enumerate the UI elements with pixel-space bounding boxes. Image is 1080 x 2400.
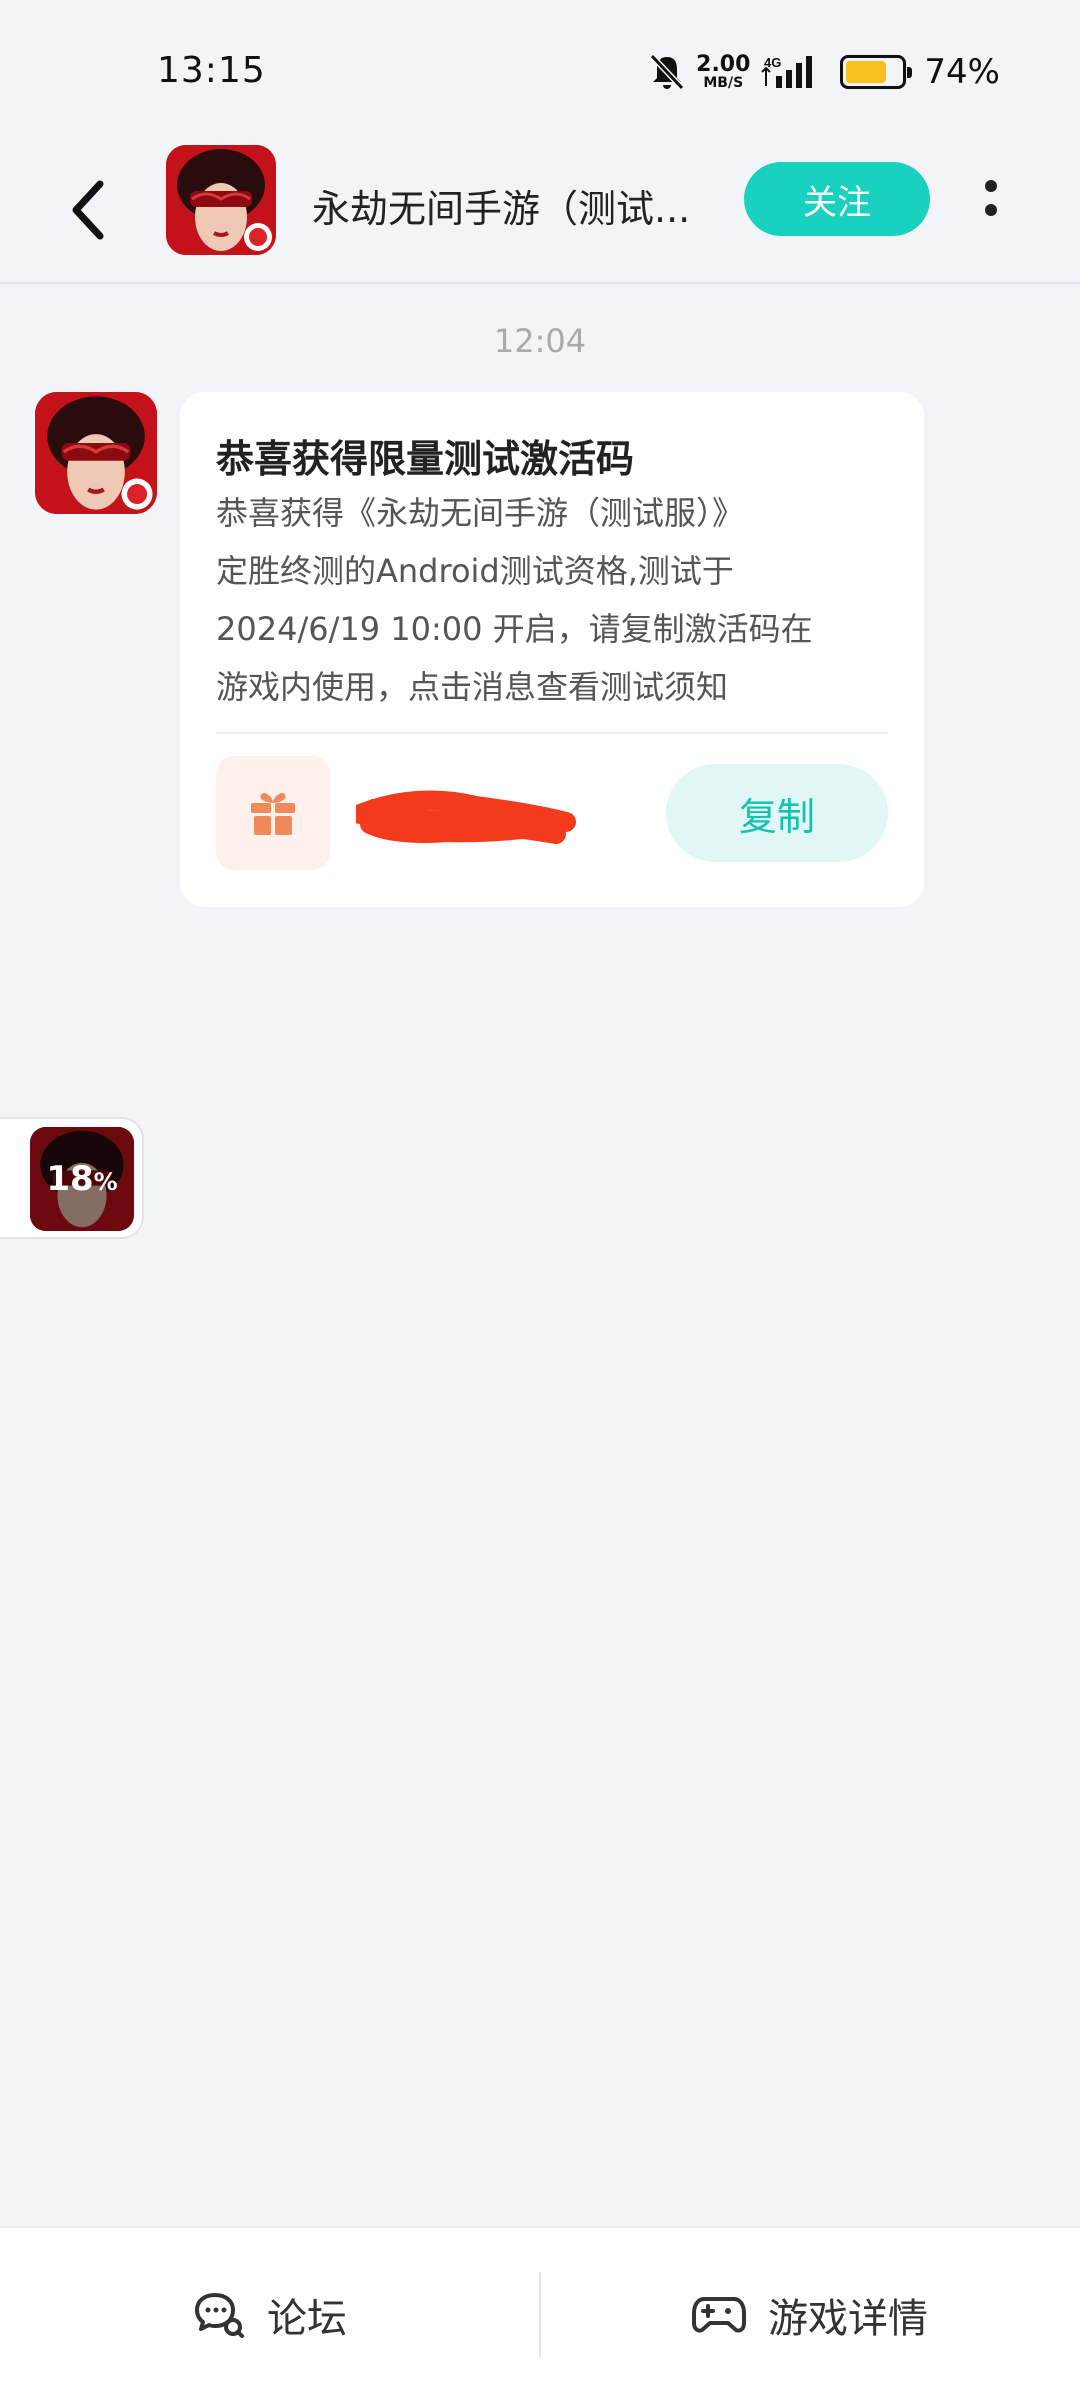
message-body: 恭喜获得《永劫无间手游（测试服）》 定胜终测的Android测试资格,测试于 2…: [216, 494, 813, 706]
follow-button[interactable]: 关注: [744, 162, 930, 236]
status-bar: 13:15 2.00 MB/S 4G 74%: [0, 0, 1080, 140]
net-speed: 2.00 MB/S: [696, 52, 751, 91]
back-button[interactable]: [58, 170, 118, 250]
battery-fill: [846, 61, 887, 83]
message-timestamp: 12:04: [493, 322, 587, 360]
signal-icon: 4G: [761, 55, 813, 88]
forum-tab[interactable]: 论坛: [0, 2228, 540, 2400]
game-avatar[interactable]: [166, 145, 276, 255]
game-logo-image: [35, 392, 157, 514]
copy-button[interactable]: 复制: [666, 764, 888, 862]
battery-percent: 74%: [924, 52, 1000, 92]
progress-percent-sign: %: [93, 1168, 118, 1196]
download-progress-widget[interactable]: 18%: [0, 1117, 144, 1239]
message-card[interactable]: 恭喜获得限量测试激活码 恭喜获得《永劫无间手游（测试服）》 定胜终测的Andro…: [180, 392, 924, 907]
back-arrow-icon: [72, 180, 104, 240]
redaction-scribble: [356, 790, 576, 844]
forum-tab-label: 论坛: [267, 2296, 347, 2342]
progress-percent-value: 18: [46, 1159, 94, 1199]
status-indicators: 2.00 MB/S 4G 74%: [648, 48, 1000, 96]
net-speed-unit: MB/S: [703, 75, 744, 91]
net-speed-value: 2.00: [696, 52, 751, 77]
sender-avatar[interactable]: [35, 392, 157, 514]
forum-chat-icon: [195, 2293, 244, 2338]
more-options-button[interactable]: [976, 168, 1006, 228]
more-vertical-icon-dot-top: [985, 180, 997, 192]
game-detail-tab-label: 游戏详情: [768, 2296, 928, 2342]
chat-header: 永劫无间手游（测试... 关注: [0, 140, 1080, 284]
bottom-bar: 论坛 游戏详情: [0, 2226, 1080, 2400]
progress-percent: 18%: [30, 1127, 134, 1231]
chat-page: 13:15 2.00 MB/S 4G 74% 永劫无间手游（测试... 关注 1…: [0, 0, 1080, 2400]
game-detail-tab[interactable]: 游戏详情: [540, 2228, 1080, 2400]
battery-icon: [840, 55, 913, 89]
gamepad-icon: [692, 2297, 746, 2333]
message-divider: [216, 732, 888, 734]
game-logo-image: [166, 145, 276, 255]
gift-icon: [251, 793, 295, 835]
message-title: 恭喜获得限量测试激活码: [216, 437, 635, 481]
activation-code: d: [356, 784, 576, 854]
status-time: 13:15: [157, 50, 266, 91]
bell-mute-icon: [649, 53, 685, 91]
progress-game-icon: 18%: [30, 1127, 134, 1231]
conversation-title: 永劫无间手游（测试...: [312, 187, 691, 231]
more-vertical-icon-dot-bottom: [985, 204, 997, 216]
gift-icon-box: [216, 756, 330, 870]
